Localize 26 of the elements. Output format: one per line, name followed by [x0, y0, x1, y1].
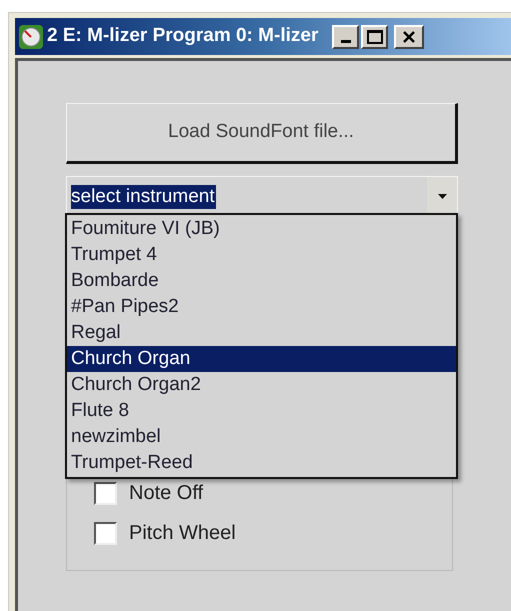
checkbox-label: Note Off	[129, 481, 204, 506]
maximize-button[interactable]	[361, 24, 388, 48]
checkbox[interactable]	[94, 482, 117, 504]
combo-text: select instrument	[71, 184, 216, 208]
dial-icon	[19, 24, 43, 48]
dropdown-button[interactable]	[427, 177, 457, 216]
close-icon	[402, 30, 416, 44]
caret-icon	[438, 194, 446, 199]
instrument-option[interactable]: Flute 8	[67, 398, 456, 424]
instrument-option[interactable]: #Pan Pipes2	[67, 294, 456, 320]
minimize-button[interactable]	[332, 24, 360, 48]
minimize-icon	[340, 40, 351, 42]
window-title: 2 E: M-lizer Program 0: M-lizer	[47, 24, 318, 48]
load-soundfont-button[interactable]: Load SoundFont file...	[66, 103, 458, 164]
close-button[interactable]	[394, 24, 424, 48]
instrument-option[interactable]: Trumpet 4	[67, 242, 456, 268]
checkbox-label: Pitch Wheel	[129, 521, 236, 546]
instrument-option[interactable]: Foumiture VI (JB)	[67, 216, 456, 242]
instrument-option[interactable]: Church Organ2	[67, 372, 456, 398]
instrument-option[interactable]: Trumpet-Reed	[67, 450, 456, 476]
instrument-option[interactable]: Bombarde	[67, 268, 456, 294]
maximize-icon	[366, 30, 383, 44]
instrument-option[interactable]: Regal	[67, 320, 456, 346]
instrument-option[interactable]: newzimbel	[67, 424, 456, 450]
instrument-option[interactable]: Church Organ	[67, 346, 456, 372]
checkbox[interactable]	[94, 522, 117, 544]
